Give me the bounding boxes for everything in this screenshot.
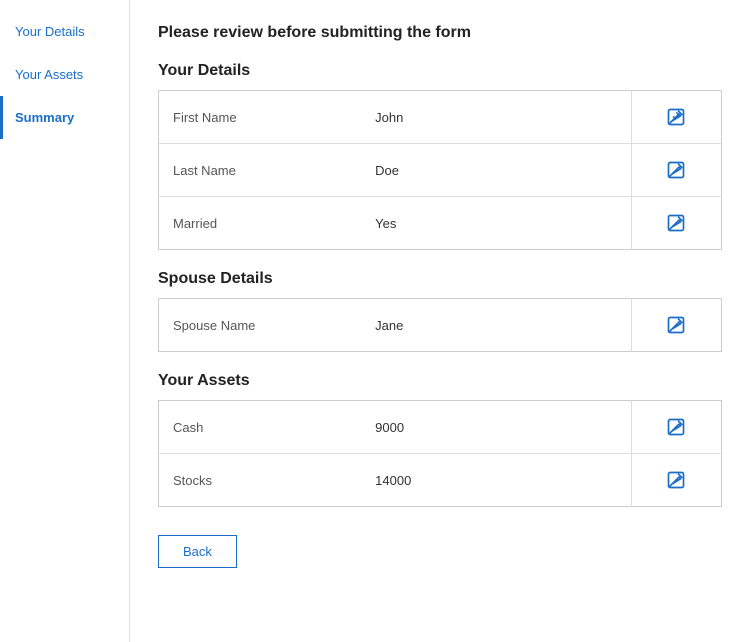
field-value: 14000 — [361, 454, 631, 507]
table-row: Stocks 14000 — [159, 454, 722, 507]
sidebar-item-label: Summary — [15, 110, 74, 125]
sidebar-item-label: Your Details — [15, 24, 85, 39]
edit-icon — [666, 213, 686, 233]
edit-icon — [666, 160, 686, 180]
edit-button[interactable] — [662, 103, 690, 131]
field-label: Cash — [159, 401, 362, 454]
table-row: Last Name Doe — [159, 144, 722, 197]
field-value: John — [361, 91, 631, 144]
sidebar-item-your-details[interactable]: Your Details — [0, 10, 129, 53]
your-details-table: First Name John — [158, 90, 722, 250]
sidebar-item-your-assets[interactable]: Your Assets — [0, 53, 129, 96]
edit-cell — [631, 91, 721, 144]
sidebar-item-label: Your Assets — [15, 67, 83, 82]
section-title-your-details: Your Details — [158, 62, 722, 80]
edit-button[interactable] — [662, 311, 690, 339]
edit-cell — [631, 144, 721, 197]
edit-cell — [631, 197, 721, 250]
sidebar: Your Details Your Assets Summary — [0, 0, 130, 642]
table-row: Married Yes — [159, 197, 722, 250]
edit-icon — [666, 470, 686, 490]
your-assets-table: Cash 9000 Stocks 14000 — [158, 400, 722, 507]
edit-button[interactable] — [662, 209, 690, 237]
section-title-spouse-details: Spouse Details — [158, 270, 722, 288]
field-value: 9000 — [361, 401, 631, 454]
edit-button[interactable] — [662, 413, 690, 441]
field-label: Married — [159, 197, 362, 250]
edit-icon — [666, 107, 686, 127]
edit-cell — [631, 401, 721, 454]
main-content: Please review before submitting the form… — [130, 0, 750, 642]
edit-button[interactable] — [662, 466, 690, 494]
field-value: Yes — [361, 197, 631, 250]
table-row: Spouse Name Jane — [159, 299, 722, 352]
edit-icon — [666, 315, 686, 335]
edit-cell — [631, 454, 721, 507]
field-value: Jane — [361, 299, 631, 352]
field-value: Doe — [361, 144, 631, 197]
edit-cell — [631, 299, 721, 352]
field-label: First Name — [159, 91, 362, 144]
field-label: Last Name — [159, 144, 362, 197]
sidebar-item-summary[interactable]: Summary — [0, 96, 129, 139]
spouse-details-table: Spouse Name Jane — [158, 298, 722, 352]
section-title-your-assets: Your Assets — [158, 372, 722, 390]
back-button[interactable]: Back — [158, 535, 237, 568]
edit-icon — [666, 417, 686, 437]
table-row: First Name John — [159, 91, 722, 144]
page-heading: Please review before submitting the form — [158, 24, 722, 42]
table-row: Cash 9000 — [159, 401, 722, 454]
field-label: Stocks — [159, 454, 362, 507]
edit-button[interactable] — [662, 156, 690, 184]
field-label: Spouse Name — [159, 299, 362, 352]
